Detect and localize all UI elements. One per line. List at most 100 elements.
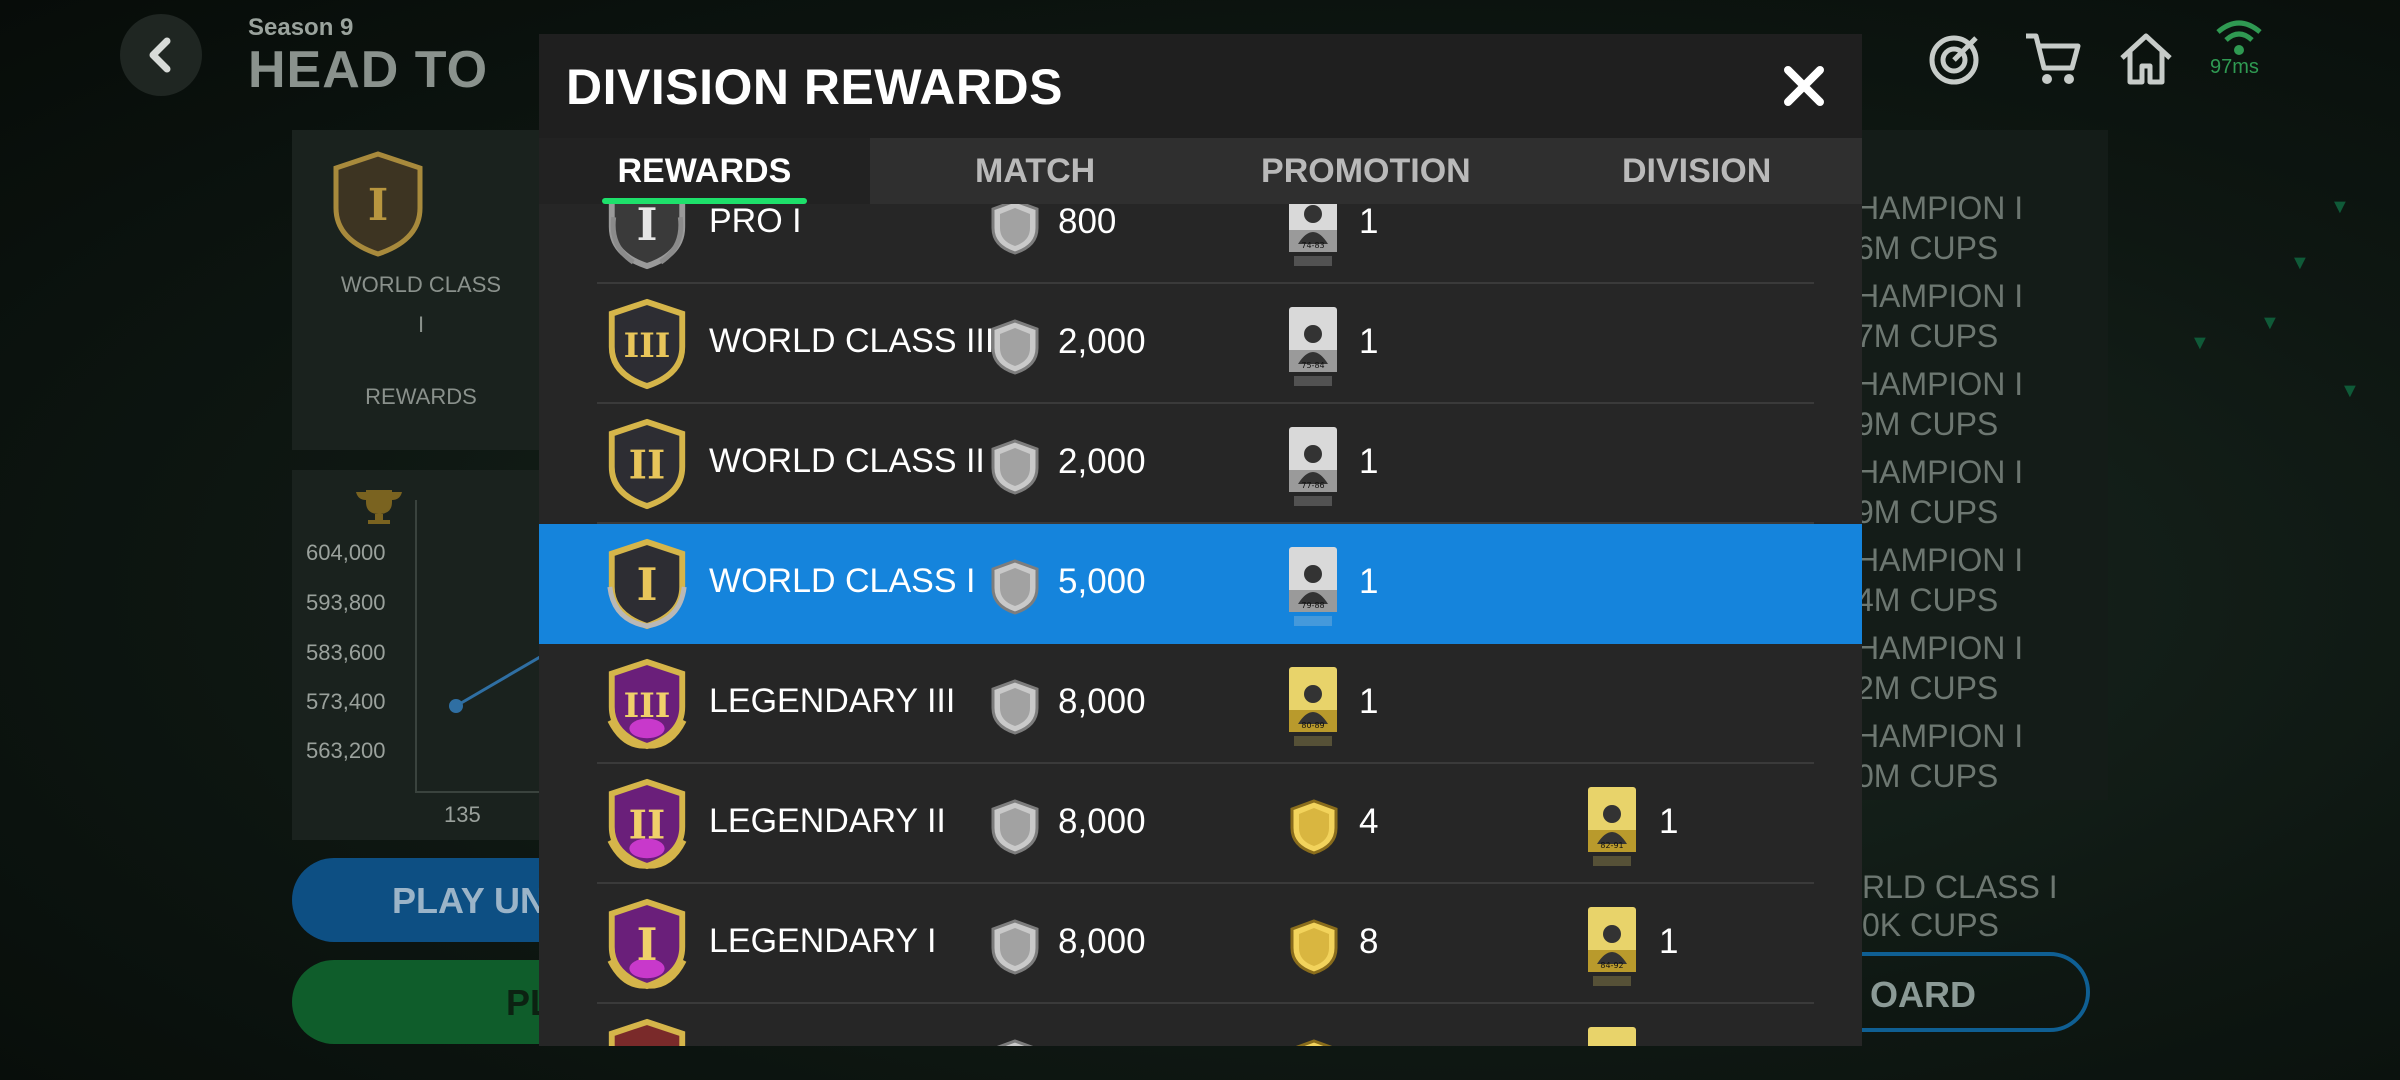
- gold-shield-icon: [1295, 1039, 1333, 1046]
- back-button[interactable]: [120, 14, 202, 96]
- leader-entry: HAMPION I 2M CUPS: [1856, 630, 2024, 706]
- target-icon[interactable]: [1926, 28, 1986, 88]
- rank-badge-icon: I: [333, 151, 423, 257]
- leader-entry: HAMPION I 7M CUPS: [1856, 278, 2024, 354]
- svg-text:74-83: 74-83: [1301, 241, 1324, 250]
- rank-line1: WORLD CLASS: [340, 272, 502, 297]
- tab-division[interactable]: DIVISION: [1531, 138, 1862, 204]
- tab-rewards[interactable]: REWARDS: [539, 138, 870, 204]
- y-tick: 593,800: [306, 590, 386, 615]
- ping-label: 97ms: [2210, 56, 2259, 78]
- y-tick: 573,400: [306, 689, 386, 714]
- player-card-count: 1: [1359, 442, 1379, 481]
- player-card-icon: 74-83: [1289, 204, 1337, 266]
- tab-bar: REWARDS MATCH PROMOTION DIVISION: [539, 138, 1862, 204]
- division-badge-icon: [608, 1018, 686, 1046]
- extra-card-count: 1: [1659, 922, 1679, 961]
- svg-text:75-84: 75-84: [1301, 361, 1324, 370]
- coin-reward: 5,000: [1058, 562, 1146, 601]
- reward-row[interactable]: III LEGENDARY III 8,000 80-89 1: [539, 644, 1862, 764]
- svg-text:II: II: [629, 443, 666, 489]
- play-button-label: PLAY UN: [392, 880, 547, 921]
- division-name: LEGENDARY III: [709, 682, 956, 720]
- svg-text:I: I: [636, 204, 657, 251]
- reward-row[interactable]: I LEGENDARY I 8,000 8 84-92 1: [539, 884, 1862, 1004]
- division-rewards-modal: DIVISION REWARDS REWARDS MATCH PROMOTION…: [539, 34, 1862, 1046]
- cart-icon[interactable]: [2022, 28, 2082, 88]
- tab-promotion[interactable]: PROMOTION: [1201, 138, 1532, 204]
- svg-text:I: I: [636, 558, 657, 611]
- division-badge-icon: I: [607, 538, 687, 630]
- graph-panel: 604,000 593,800 583,600 573,400 563,200 …: [292, 470, 552, 840]
- shield-count: 8: [1359, 922, 1379, 961]
- own-rank-entry: RLD CLASS I 0K CUPS: [1862, 869, 2058, 943]
- gold-shield-icon: [1290, 919, 1338, 975]
- division-name: LEGENDARY I: [709, 922, 937, 960]
- svg-text:82-91: 82-91: [1600, 841, 1623, 850]
- division-badge-icon: III: [607, 658, 687, 750]
- shield-count: 4: [1359, 802, 1379, 841]
- division-badge-icon: I: [607, 898, 687, 990]
- reward-row[interactable]: I PRO I 800 74-83 1: [539, 204, 1862, 284]
- svg-text:77-86: 77-86: [1301, 481, 1324, 490]
- modal-header: DIVISION REWARDS: [539, 34, 1862, 138]
- season-label: Season 9: [248, 14, 354, 41]
- coin-icon: [991, 679, 1039, 735]
- svg-text:80-89: 80-89: [1301, 721, 1324, 730]
- reward-row[interactable]: I WORLD CLASS I 5,000 79-88 1: [539, 524, 1862, 644]
- graph-plot: [415, 500, 552, 793]
- division-name: WORLD CLASS II: [709, 442, 985, 480]
- player-card-icon: 84-92: [1588, 907, 1636, 986]
- rank-panel: I WORLD CLASS I REWARDS: [292, 130, 552, 450]
- svg-text:III: III: [624, 326, 671, 365]
- rewards-link[interactable]: REWARDS: [306, 384, 536, 410]
- leader-entry: HAMPION I 6M CUPS: [1856, 190, 2024, 266]
- close-icon[interactable]: [1780, 62, 1828, 110]
- coin-icon: [991, 204, 1039, 255]
- reward-row[interactable]: II LEGENDARY II 8,000 4 82-91 1: [539, 764, 1862, 884]
- reward-row[interactable]: III WORLD CLASS III 2,000 75-84 1: [539, 284, 1862, 404]
- coin-icon: [991, 799, 1039, 855]
- gold-shield-icon: [1290, 799, 1338, 855]
- player-card-icon: 82-91: [1588, 787, 1636, 866]
- leaderboard-button-label: OARD: [1870, 974, 1976, 1015]
- svg-text:II: II: [629, 803, 666, 849]
- coin-reward: 8,000: [1058, 802, 1146, 841]
- player-card-icon: 80-89: [1289, 667, 1337, 746]
- reward-row-partial[interactable]: [539, 1004, 1862, 1046]
- player-card-count: 1: [1359, 204, 1379, 241]
- leader-entry: HAMPION I 9M CUPS: [1856, 366, 2024, 442]
- tab-match[interactable]: MATCH: [870, 138, 1201, 204]
- y-tick: 583,600: [306, 640, 386, 665]
- y-tick: 563,200: [306, 738, 386, 763]
- modal-title: DIVISION REWARDS: [566, 59, 1063, 115]
- division-badge-icon: I: [608, 204, 686, 270]
- division-badge-icon: III: [608, 298, 686, 390]
- coin-reward: 2,000: [1058, 442, 1146, 481]
- back-icon: [149, 37, 171, 73]
- svg-text:84-92: 84-92: [1600, 961, 1623, 970]
- coin-icon: [996, 1039, 1034, 1046]
- reward-row[interactable]: II WORLD CLASS II 2,000 77-86 1: [539, 404, 1862, 524]
- home-icon[interactable]: [2116, 28, 2176, 88]
- extra-card-count: 1: [1659, 802, 1679, 841]
- svg-text:79-88: 79-88: [1301, 601, 1324, 610]
- deco-arrow: ▼: [2190, 332, 2210, 354]
- y-tick: 604,000: [306, 540, 386, 565]
- division-name: LEGENDARY II: [709, 802, 946, 840]
- svg-text:I: I: [636, 918, 657, 971]
- leader-entry: HAMPION I 4M CUPS: [1856, 542, 2024, 618]
- division-name: WORLD CLASS III: [709, 322, 995, 360]
- division-badge-icon: II: [608, 418, 686, 510]
- mode-title: HEAD TO: [248, 41, 489, 99]
- player-card-icon: 79-88: [1289, 547, 1337, 626]
- division-name: WORLD CLASS I: [709, 562, 976, 600]
- wifi-icon: [2216, 20, 2262, 55]
- rewards-list[interactable]: I PRO I 800 74-83 1 III WORLD CLASS III: [539, 204, 1862, 1046]
- player-card-icon: 77-86: [1289, 427, 1337, 506]
- rank-line2: I: [417, 312, 425, 337]
- leader-entry: HAMPION I 9M CUPS: [1856, 454, 2024, 530]
- deco-arrow: ▼: [2330, 196, 2350, 218]
- deco-arrow: ▼: [2290, 252, 2310, 274]
- coin-icon: [991, 559, 1039, 615]
